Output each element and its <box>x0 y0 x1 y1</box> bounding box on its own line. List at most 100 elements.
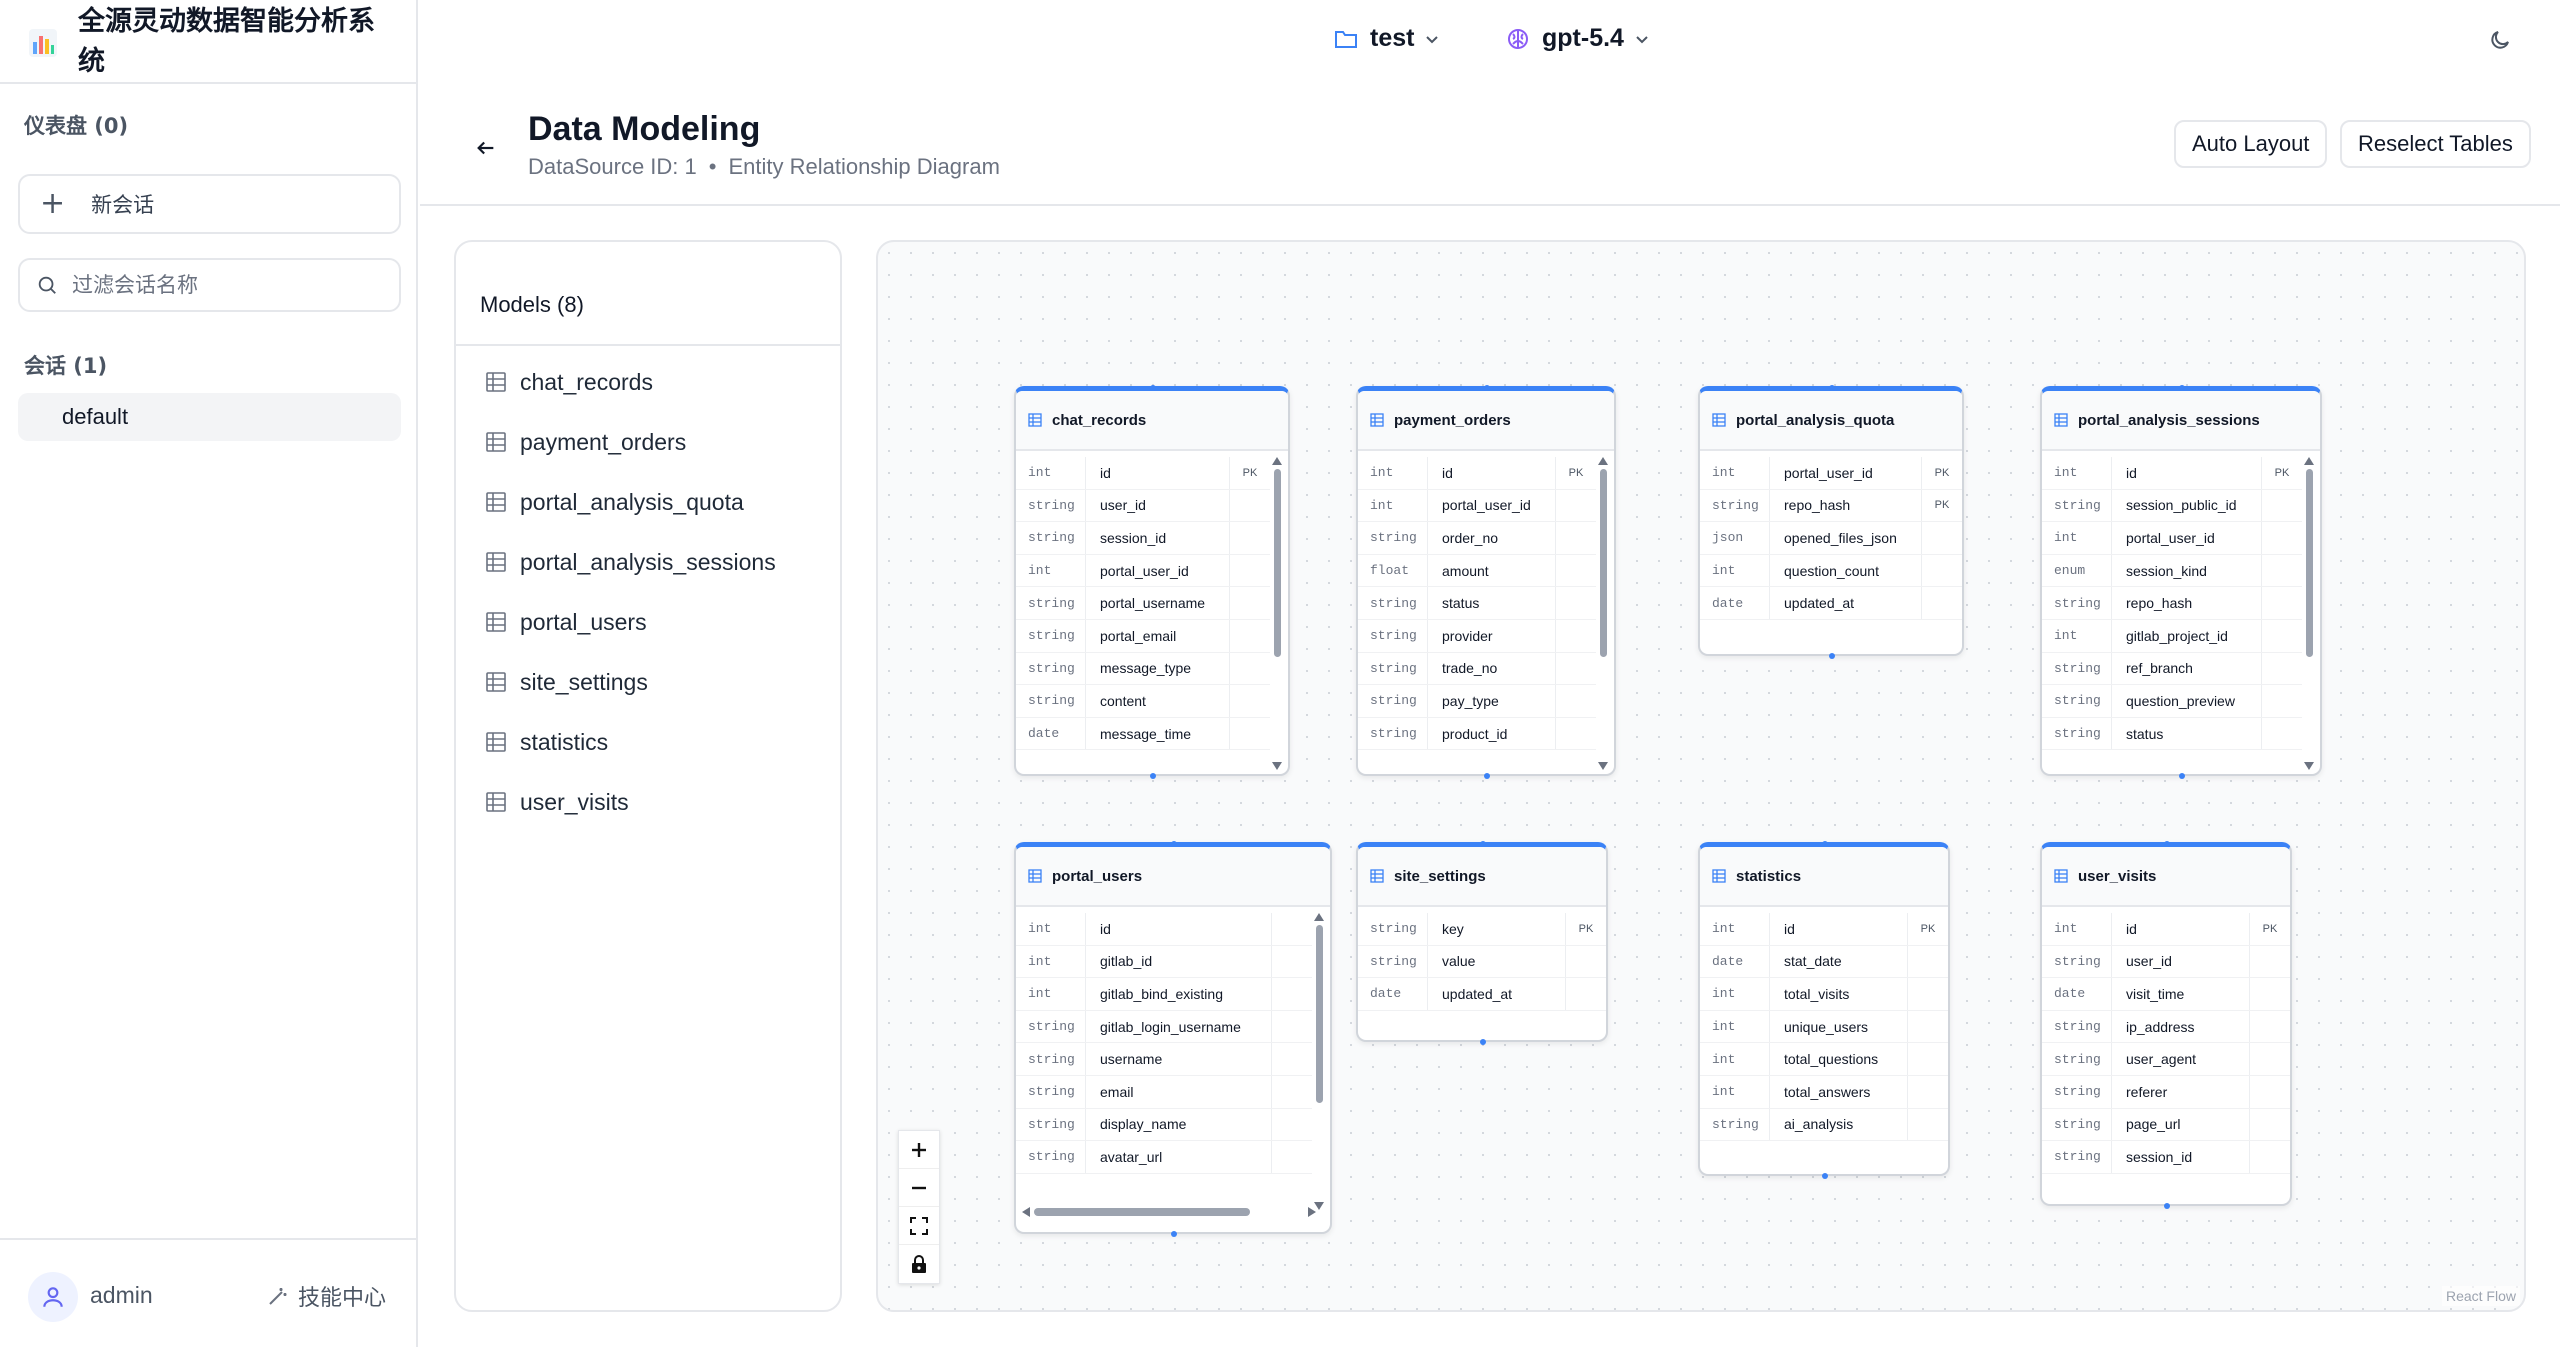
er-field-row[interactable]: string session_public_id <box>2042 489 2302 523</box>
back-button[interactable] <box>466 128 506 168</box>
project-selector[interactable]: test <box>1334 24 1440 53</box>
avatar[interactable] <box>28 1272 78 1322</box>
er-field-row[interactable]: int id PK <box>2042 457 2302 490</box>
vertical-scrollbar[interactable] <box>1596 457 1612 770</box>
model-item[interactable]: payment_orders <box>486 422 686 462</box>
model-item[interactable]: site_settings <box>486 662 648 702</box>
er-field-row[interactable]: string status <box>1358 587 1596 620</box>
er-field-row[interactable]: string display_name <box>1016 1108 1312 1142</box>
auto-layout-button[interactable]: Auto Layout <box>2174 120 2328 168</box>
er-table-header[interactable]: portal_users <box>1016 847 1330 907</box>
skills-center-link[interactable]: 技能中心 <box>266 1280 386 1312</box>
scroll-thumb[interactable] <box>1600 469 1607 657</box>
er-field-row[interactable]: int gitlab_bind_existing <box>1016 978 1312 1011</box>
er-table-header[interactable]: site_settings <box>1358 847 1606 907</box>
model-item[interactable]: chat_records <box>486 362 653 402</box>
conversation-filter[interactable] <box>18 258 401 312</box>
new-chat-button[interactable]: + 新会话 <box>18 174 401 234</box>
er-field-row[interactable]: string content <box>1016 685 1270 718</box>
er-table-node[interactable]: portal_analysis_quota int portal_user_id PK… <box>1698 385 1964 659</box>
er-field-row[interactable]: string ip_address <box>2042 1010 2290 1044</box>
model-item[interactable]: portal_analysis_sessions <box>486 542 776 582</box>
er-table-header[interactable]: payment_orders <box>1358 391 1614 451</box>
lock-button[interactable] <box>899 1245 939 1283</box>
zoom-in-button[interactable] <box>899 1131 939 1169</box>
model-item[interactable]: user_visits <box>486 782 629 822</box>
scroll-up-arrow[interactable] <box>2304 457 2314 465</box>
connection-handle-bottom[interactable] <box>1480 1039 1486 1045</box>
er-table-header[interactable]: statistics <box>1700 847 1948 907</box>
vertical-scrollbar[interactable] <box>1270 457 1286 770</box>
er-table-header[interactable]: chat_records <box>1016 391 1288 451</box>
er-field-row[interactable]: string user_id <box>2042 945 2290 979</box>
model-selector[interactable]: gpt-5.4 <box>1506 24 1650 53</box>
er-field-row[interactable]: float amount <box>1358 554 1596 588</box>
er-field-row[interactable]: int id PK <box>2042 913 2290 946</box>
connection-handle-top[interactable] <box>2164 841 2170 847</box>
er-table-header[interactable]: portal_analysis_sessions <box>2042 391 2320 451</box>
er-field-row[interactable]: int id PK <box>1016 457 1270 490</box>
er-field-row[interactable]: string question_preview <box>2042 685 2302 718</box>
reselect-tables-button[interactable]: Reselect Tables <box>2340 120 2531 168</box>
moon-icon[interactable] <box>2488 28 2512 52</box>
er-field-row[interactable]: string repo_hash PK <box>1700 489 1962 523</box>
er-field-row[interactable]: int id PK <box>1700 913 1948 946</box>
er-field-row[interactable]: string avatar_url <box>1016 1141 1312 1174</box>
er-table-header[interactable]: portal_analysis_quota <box>1700 391 1962 451</box>
scroll-down-arrow[interactable] <box>2304 762 2314 770</box>
er-field-row[interactable]: string username <box>1016 1043 1312 1076</box>
er-table-header[interactable]: user_visits <box>2042 847 2290 907</box>
scroll-up-arrow[interactable] <box>1314 913 1324 921</box>
connection-handle-top[interactable] <box>1480 841 1486 847</box>
conversation-item[interactable]: default <box>18 393 401 441</box>
er-field-row[interactable]: string trade_no <box>1358 652 1596 686</box>
scroll-up-arrow[interactable] <box>1272 457 1282 465</box>
scroll-up-arrow[interactable] <box>1598 457 1608 465</box>
er-field-row[interactable]: string repo_hash <box>2042 587 2302 620</box>
er-table-node[interactable]: payment_orders int id PK int portal_user_id st… <box>1356 385 1616 779</box>
scroll-down-arrow[interactable] <box>1598 762 1608 770</box>
er-field-row[interactable]: date updated_at <box>1358 978 1606 1011</box>
er-table-node[interactable]: portal_analysis_sessions int id PK string ses… <box>2040 385 2322 779</box>
er-field-row[interactable]: int gitlab_project_id <box>2042 619 2302 653</box>
er-field-row[interactable]: string provider <box>1358 619 1596 653</box>
er-field-row[interactable]: string email <box>1016 1075 1312 1109</box>
er-field-row[interactable]: string status <box>2042 717 2302 751</box>
connection-handle-top[interactable] <box>1822 841 1828 847</box>
connection-handle-top[interactable] <box>1484 385 1490 391</box>
er-field-row[interactable]: int gitlab_id <box>1016 945 1312 979</box>
react-flow-attribution[interactable]: React Flow <box>2441 1286 2520 1306</box>
model-item[interactable]: portal_users <box>486 602 647 642</box>
er-field-row[interactable]: date message_time <box>1016 717 1270 751</box>
conversation-filter-input[interactable] <box>72 273 372 297</box>
er-field-row[interactable]: int portal_user_id PK <box>1700 457 1962 490</box>
er-field-row[interactable]: string product_id <box>1358 717 1596 751</box>
scroll-left-arrow[interactable] <box>1022 1207 1030 1217</box>
horizontal-scrollbar[interactable] <box>1022 1205 1316 1219</box>
er-field-row[interactable]: string session_id <box>1016 522 1270 555</box>
er-field-row[interactable]: string gitlab_login_username <box>1016 1010 1312 1044</box>
model-item[interactable]: portal_analysis_quota <box>486 482 744 522</box>
er-field-row[interactable]: enum session_kind <box>2042 554 2302 588</box>
er-field-row[interactable]: string ai_analysis <box>1700 1108 1948 1142</box>
scroll-thumb[interactable] <box>1274 469 1281 657</box>
er-field-row[interactable]: int portal_user_id <box>1358 489 1596 523</box>
scroll-thumb[interactable] <box>2306 469 2313 657</box>
er-field-row[interactable]: string user_id <box>1016 489 1270 523</box>
er-table-node[interactable]: statistics int id PK date stat_date int total_v… <box>1698 841 1950 1179</box>
er-field-row[interactable]: json opened_files_json <box>1700 522 1962 555</box>
er-field-row[interactable]: string value <box>1358 945 1606 979</box>
er-field-row[interactable]: int id PK <box>1358 457 1596 490</box>
vertical-scrollbar[interactable] <box>2302 457 2318 770</box>
er-field-row[interactable]: string ref_branch <box>2042 652 2302 686</box>
zoom-out-button[interactable] <box>899 1169 939 1207</box>
vertical-scrollbar[interactable] <box>1312 913 1328 1210</box>
connection-handle-top[interactable] <box>1150 385 1156 391</box>
er-table-node[interactable]: portal_users int id int gitlab_id int gitlab_b… <box>1014 841 1332 1237</box>
er-field-row[interactable]: string order_no <box>1358 522 1596 555</box>
er-field-row[interactable]: string portal_email <box>1016 619 1270 653</box>
scroll-thumb[interactable] <box>1034 1208 1250 1216</box>
er-field-row[interactable]: string message_type <box>1016 652 1270 686</box>
connection-handle-bottom[interactable] <box>1150 773 1156 779</box>
er-field-row[interactable]: int unique_users <box>1700 1010 1948 1044</box>
